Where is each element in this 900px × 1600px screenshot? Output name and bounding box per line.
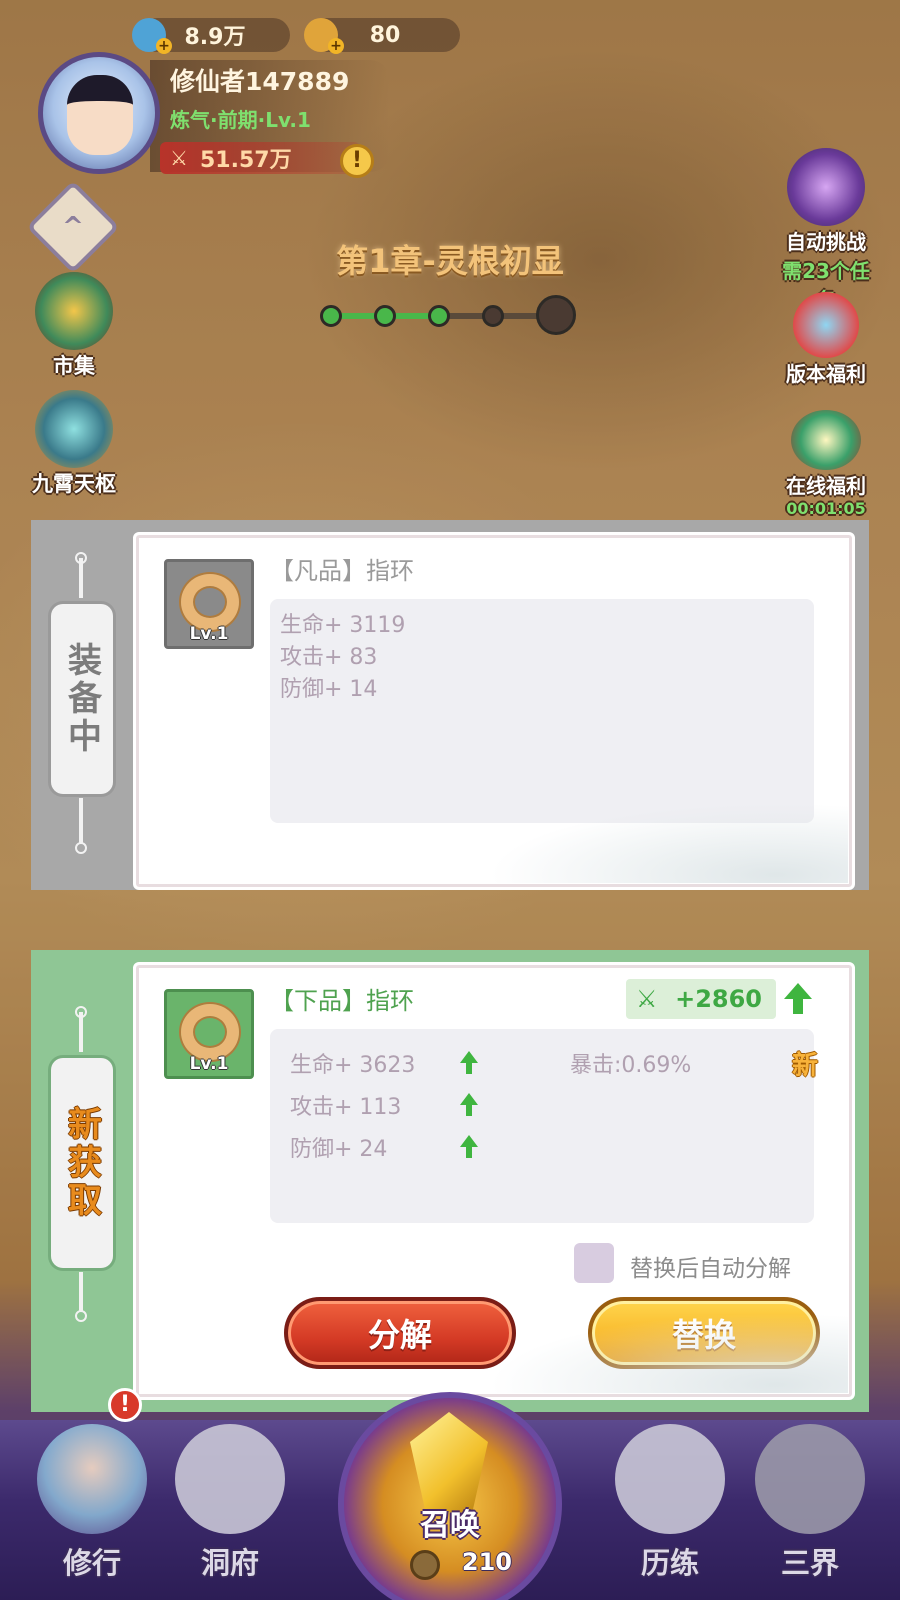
nav-three-realms-label: 三界 — [780, 1546, 839, 1580]
online-welfare-label: 在线福利 — [786, 474, 866, 498]
banner-rope-top — [79, 558, 83, 598]
stage-dot-4 — [482, 305, 504, 327]
chevron-up-icon: ^ — [62, 212, 84, 242]
banner-knob-bottom — [75, 1310, 87, 1322]
add-currency1-icon[interactable]: + — [156, 38, 172, 54]
banner-knob-top — [75, 552, 87, 564]
dragon-icon — [787, 148, 865, 226]
equipped-stat-def: 防御+ 14 — [280, 677, 378, 702]
banner-rope-bottom — [79, 798, 83, 844]
chapter-title: 第1章-灵根初显 — [336, 242, 564, 280]
new-stat-hp: 生命+ 3623 — [290, 1053, 416, 1078]
equipped-item-name: 【凡品】指环 — [270, 557, 414, 585]
combat-power-value: 51.57万 — [200, 148, 292, 173]
stage-dot-2 — [374, 305, 396, 327]
new-stat-crit: 暴击:0.69% — [570, 1053, 692, 1078]
nav-cave[interactable]: 洞府 — [160, 1418, 300, 1598]
cultivate-alert-icon: ! — [108, 1388, 142, 1422]
auto-challenge-label: 自动挑战 — [786, 230, 866, 254]
nav-adventure[interactable]: 历练 — [600, 1418, 740, 1598]
new-item-card-body: Lv.1 【下品】指环 ⚔ +2860 生命+ 3623 攻击+ 113 防御+… — [133, 962, 855, 1400]
new-item-stat-panel: 生命+ 3623 攻击+ 113 防御+ 24 暴击:0.69% 新 — [270, 1029, 818, 1223]
currency2-value: 80 — [369, 22, 401, 48]
crossed-swords-icon: ⚔ — [170, 146, 188, 170]
decompose-button[interactable]: 分解 — [284, 1297, 516, 1369]
crossed-swords-icon: ⚔ — [636, 985, 658, 1013]
stat-up-arrow-icon — [460, 1051, 478, 1074]
stage-dot-3 — [428, 305, 450, 327]
koi-icon — [793, 292, 859, 358]
new-item-tag: 新获取 — [51, 1058, 113, 1268]
stage-boss-dot — [536, 295, 576, 335]
notice-alert-icon[interactable]: ! — [340, 144, 374, 178]
online-welfare-timer: 00:01:05 — [786, 499, 866, 518]
ink-brush-decoration — [488, 1313, 848, 1393]
new-stat-atk: 攻击+ 113 — [290, 1095, 402, 1120]
nav-summon-label: 召唤 — [420, 1508, 480, 1543]
auto-decompose-checkbox[interactable] — [574, 1243, 614, 1283]
banner-knob-bottom — [75, 842, 87, 854]
realm-rock-icon — [755, 1424, 865, 1534]
jiuxiao-button[interactable]: 九霄天枢 — [24, 390, 124, 498]
stage-dot-1 — [320, 305, 342, 327]
version-welfare-button[interactable]: 版本福利 — [776, 292, 876, 387]
stat-up-arrow-icon — [460, 1093, 478, 1116]
avatar-face-icon — [67, 75, 133, 155]
banner-knob-top — [75, 1006, 87, 1018]
equipped-stat-panel: 生命+ 3119 攻击+ 83 防御+ 14 — [270, 599, 814, 823]
power-delta-chip: ⚔ +2860 — [626, 979, 776, 1019]
auto-challenge-button[interactable]: 自动挑战 需23个任务 — [776, 148, 876, 313]
gift-icon — [791, 410, 861, 470]
player-avatar[interactable] — [38, 52, 160, 174]
new-stat-badge: 新 — [791, 1051, 818, 1081]
auto-decompose-label[interactable]: 替换后自动分解 — [630, 1249, 791, 1283]
new-item-slot[interactable]: Lv.1 — [164, 989, 254, 1079]
new-item-name: 【下品】指环 — [270, 987, 414, 1015]
nav-cultivate[interactable]: 修行 — [22, 1418, 162, 1598]
new-item-level: Lv.1 — [189, 1054, 229, 1074]
equipped-card-body: Lv.1 【凡品】指环 生命+ 3119 攻击+ 83 防御+ 14 — [133, 532, 855, 890]
player-realm: 炼气·前期·Lv.1 — [170, 108, 311, 132]
stat-up-arrow-icon — [460, 1135, 478, 1158]
market-label: 市集 — [53, 354, 95, 378]
power-delta-value: +2860 — [675, 985, 762, 1013]
currency1-value: 8.9万 — [184, 25, 246, 50]
banner-rope-bottom — [79, 1272, 83, 1312]
equipped-tag: 装备中 — [51, 604, 113, 794]
equipped-stat-hp: 生命+ 3119 — [280, 613, 406, 638]
nav-cave-label: 洞府 — [200, 1546, 259, 1580]
banner-rope-top — [79, 1012, 83, 1052]
new-item-card: 新获取 Lv.1 【下品】指环 ⚔ +2860 生命+ 3623 攻击+ 113… — [31, 950, 869, 1412]
jiuxiao-label: 九霄天枢 — [32, 472, 116, 496]
adventure-icon — [615, 1424, 725, 1534]
equipped-item-card: 装备中 Lv.1 【凡品】指环 生命+ 3119 攻击+ 83 防御+ 14 — [31, 520, 869, 890]
pavilion-icon — [35, 272, 113, 350]
equipped-stat-atk: 攻击+ 83 — [280, 645, 378, 670]
equipped-item-level: Lv.1 — [189, 624, 229, 644]
combat-power-bar: ⚔ 51.57万 — [160, 142, 360, 174]
nav-three-realms[interactable]: 三界 — [740, 1418, 880, 1598]
ring-icon — [181, 574, 239, 630]
new-stat-def: 防御+ 24 — [290, 1137, 388, 1162]
add-currency2-icon[interactable]: + — [328, 38, 344, 54]
power-up-arrow-icon — [784, 983, 812, 1014]
nav-cultivate-label: 修行 — [62, 1546, 121, 1580]
equipped-item-slot[interactable]: Lv.1 — [164, 559, 254, 649]
player-name: 修仙者147889 — [170, 67, 350, 96]
compass-icon — [35, 390, 113, 468]
summon-cost: 210 — [461, 1548, 512, 1576]
cave-gate-icon — [175, 1424, 285, 1534]
ink-brush-decoration — [488, 803, 848, 883]
version-welfare-label: 版本福利 — [786, 362, 866, 386]
online-welfare-button[interactable]: 在线福利 00:01:05 — [776, 410, 876, 518]
nav-adventure-label: 历练 — [640, 1546, 699, 1580]
market-button[interactable]: 市集 — [24, 272, 124, 380]
cultivator-icon — [37, 1424, 147, 1534]
ring-icon — [181, 1004, 239, 1060]
